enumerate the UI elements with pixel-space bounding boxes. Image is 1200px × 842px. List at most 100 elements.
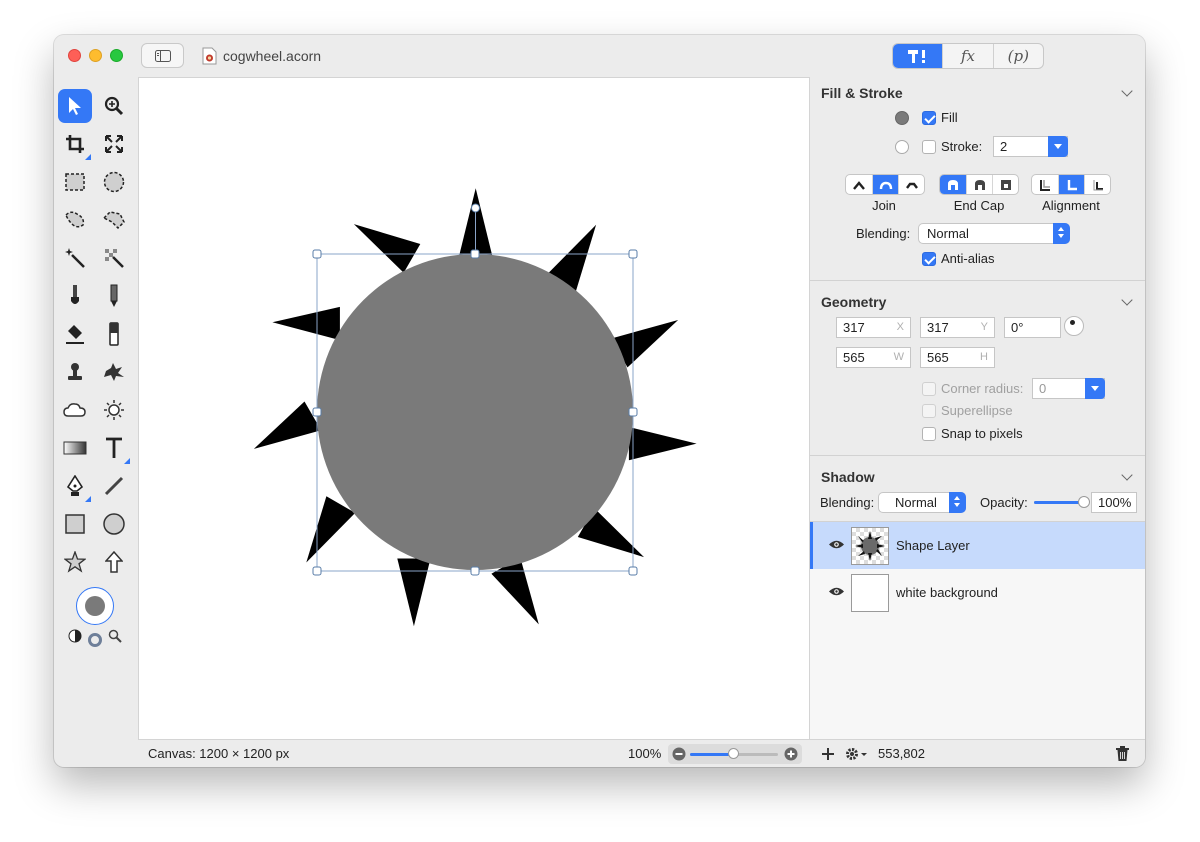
corner-radius-checkbox[interactable] <box>922 382 936 396</box>
magic-wand-tool[interactable] <box>58 241 92 275</box>
add-layer-icon[interactable] <box>822 748 834 760</box>
rotation-handle[interactable] <box>471 203 480 213</box>
zoom-slider[interactable] <box>668 744 802 764</box>
smudge-tool[interactable] <box>97 355 131 389</box>
blending-value: Normal <box>927 226 969 241</box>
instant-alpha-tool[interactable] <box>97 241 131 275</box>
tab-effects[interactable]: fx <box>942 44 992 68</box>
stroke-width-combo[interactable]: 2 <box>993 136 1068 157</box>
select-tool[interactable] <box>58 89 92 123</box>
trash-icon[interactable] <box>1116 746 1129 761</box>
polygon-lasso-tool[interactable] <box>97 203 131 237</box>
eraser-tool[interactable] <box>97 317 131 351</box>
minimize-button[interactable] <box>89 49 102 62</box>
blending-popup[interactable]: Normal <box>918 223 1070 244</box>
chevron-down-icon[interactable] <box>1121 85 1133 97</box>
zoom-tool[interactable] <box>97 89 131 123</box>
align-inside[interactable] <box>1032 175 1058 194</box>
align-outside[interactable] <box>1084 175 1110 194</box>
gradient-tool[interactable] <box>58 431 92 465</box>
width-field[interactable]: 565 W <box>836 347 911 368</box>
stroke-color-icon[interactable] <box>88 633 102 647</box>
handle-top-left[interactable] <box>312 249 322 259</box>
chevron-down-icon[interactable] <box>1121 469 1133 481</box>
opacity-knob[interactable] <box>1078 496 1090 508</box>
crop-icon <box>66 135 84 153</box>
cap-round[interactable] <box>966 175 992 194</box>
y-field[interactable]: 317 Y <box>920 317 995 338</box>
rect-select-tool[interactable] <box>58 165 92 199</box>
join-round[interactable] <box>872 175 898 194</box>
cloud-tool[interactable] <box>58 393 92 427</box>
handle-left[interactable] <box>312 407 322 417</box>
sidebar-toggle-button[interactable] <box>141 43 184 68</box>
join-bevel[interactable] <box>898 175 924 194</box>
zoom-knob[interactable] <box>728 748 739 759</box>
arrow-shape-tool[interactable] <box>97 545 131 579</box>
layer-row-background[interactable]: white background <box>810 569 1145 616</box>
canvas[interactable] <box>138 77 810 739</box>
stroke-checkbox[interactable] <box>922 140 936 154</box>
dropdown-arrow-icon[interactable] <box>1048 136 1068 157</box>
eye-icon[interactable] <box>828 539 845 550</box>
pen-tool[interactable] <box>58 469 92 503</box>
oval-tool[interactable] <box>97 507 131 541</box>
handle-top-right[interactable] <box>628 249 638 259</box>
transform-tool[interactable] <box>97 127 131 161</box>
sun-tool[interactable] <box>97 393 131 427</box>
fill-checkbox[interactable] <box>922 111 936 125</box>
cap-butt[interactable] <box>940 175 966 194</box>
opacity-field[interactable]: 100% <box>1091 492 1137 513</box>
zoom-window-button[interactable] <box>110 49 123 62</box>
pencil-tool[interactable] <box>97 279 131 313</box>
handle-right[interactable] <box>628 407 638 417</box>
close-button[interactable] <box>68 49 81 62</box>
cap-square[interactable] <box>992 175 1018 194</box>
canvas-status-bar: Canvas: 1200 × 1200 px 100% <box>138 739 810 767</box>
tab-properties[interactable]: (p) <box>992 44 1043 68</box>
align-center[interactable] <box>1058 175 1084 194</box>
angle-field[interactable]: 0° <box>1004 317 1061 338</box>
dropdown-arrow-icon[interactable] <box>1085 378 1105 399</box>
handle-bottom[interactable] <box>470 566 480 576</box>
brush-tool[interactable] <box>58 279 92 313</box>
lasso-tool[interactable] <box>58 203 92 237</box>
join-miter[interactable] <box>846 175 872 194</box>
eye-icon[interactable] <box>828 586 845 597</box>
fill-radio[interactable] <box>895 111 909 125</box>
star-tool[interactable] <box>58 545 92 579</box>
w-value: 565 <box>843 350 865 365</box>
zoom-out-icon[interactable] <box>672 747 686 761</box>
opacity-slider[interactable] <box>1034 496 1090 508</box>
snap-to-pixels-checkbox[interactable] <box>922 427 936 441</box>
stroke-radio[interactable] <box>895 140 909 154</box>
handle-bottom-right[interactable] <box>628 566 638 576</box>
shadow-blending-popup[interactable]: Normal <box>878 492 966 513</box>
clone-stamp-tool[interactable] <box>58 355 92 389</box>
paint-bucket-tool[interactable] <box>58 317 92 351</box>
rectangle-tool[interactable] <box>58 507 92 541</box>
x-value: 317 <box>843 320 865 335</box>
crop-tool[interactable] <box>58 127 92 161</box>
gear-icon[interactable] <box>844 746 868 762</box>
angle-value: 0° <box>1011 320 1024 335</box>
contrast-icon[interactable] <box>68 629 82 643</box>
color-well[interactable] <box>76 587 114 625</box>
corner-radius-combo[interactable]: 0 <box>1032 378 1105 399</box>
ellipse-select-tool[interactable] <box>97 165 131 199</box>
chevron-down-icon[interactable] <box>1121 294 1133 306</box>
line-tool[interactable] <box>97 469 131 503</box>
angle-dial[interactable] <box>1064 316 1084 336</box>
antialias-checkbox[interactable] <box>922 252 936 266</box>
x-field[interactable]: 317 X <box>836 317 911 338</box>
tab-tools[interactable] <box>893 44 943 68</box>
handle-top[interactable] <box>470 249 480 259</box>
superellipse-checkbox[interactable] <box>922 404 936 418</box>
height-field[interactable]: 565 H <box>920 347 995 368</box>
zoom-in-icon[interactable] <box>784 747 798 761</box>
text-tool[interactable] <box>97 431 131 465</box>
small-magnifier-icon[interactable] <box>108 629 122 643</box>
handle-bottom-left[interactable] <box>312 566 322 576</box>
layer-row-shape[interactable]: Shape Layer <box>810 522 1145 569</box>
stamp-icon <box>68 363 82 380</box>
